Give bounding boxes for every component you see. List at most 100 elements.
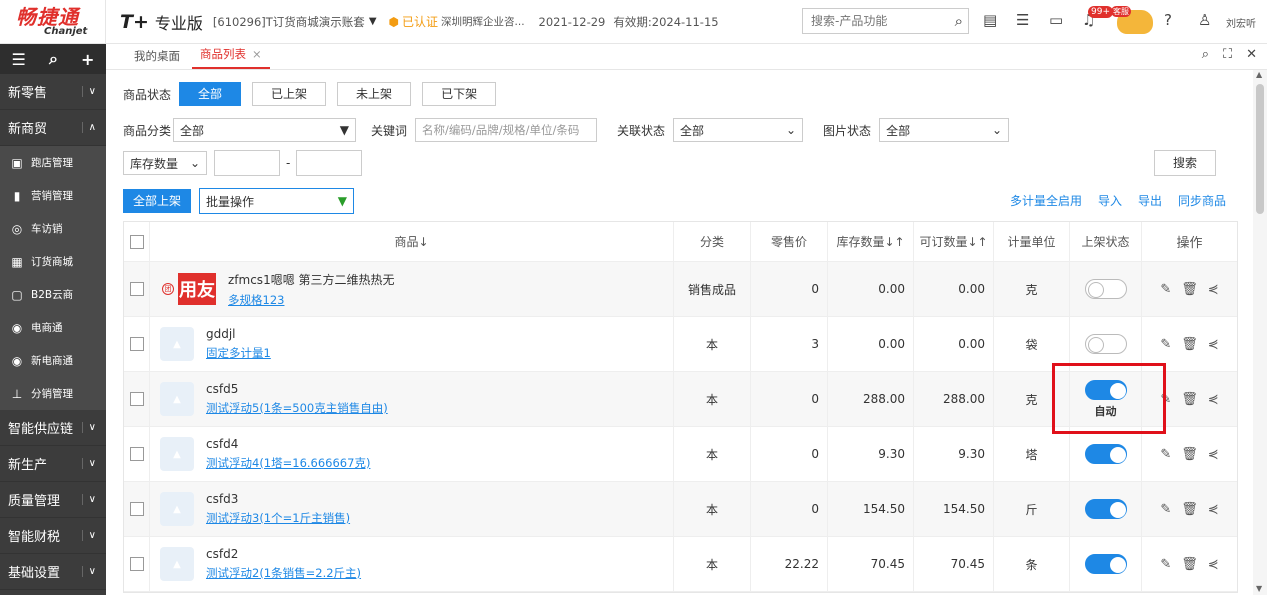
shelf-toggle[interactable] [1084, 554, 1127, 574]
add-icon[interactable]: + [81, 50, 94, 69]
scrollbar-thumb[interactable] [1256, 84, 1264, 214]
customer-service-mascot-icon[interactable]: 客服 [1111, 6, 1153, 34]
status-chip-all[interactable]: 全部 [179, 82, 242, 106]
search-icon[interactable]: ⌕ [955, 12, 963, 30]
row-checkbox[interactable] [129, 392, 144, 406]
sidebar-item-car-sales[interactable]: ◎ 车访销 [0, 212, 106, 245]
product-spec-link[interactable]: 固定多计量1 [206, 345, 271, 361]
feature-search-input[interactable] [811, 14, 941, 28]
header-orderable[interactable]: 可订数量↓↑ [914, 222, 994, 261]
todo-list-icon[interactable]: ☰ [1016, 11, 1029, 29]
user-name[interactable]: 刘宏听 [1226, 15, 1256, 30]
stock-max-input[interactable] [296, 150, 363, 176]
menu-icon[interactable]: ☰ [12, 50, 26, 69]
feature-search[interactable]: ⌕ [802, 8, 969, 34]
row-checkbox[interactable] [129, 447, 144, 461]
share-icon[interactable]: ⋞ [1208, 557, 1219, 572]
search-icon[interactable]: ⌕ [1202, 47, 1209, 62]
sidebar-group-supply[interactable]: 智能供应链 ∨ [0, 410, 106, 446]
link-status-select[interactable]: 全部 ⌄ [673, 118, 804, 142]
product-spec-link[interactable]: 测试浮动5(1条=500克主销售自由) [206, 400, 388, 416]
shelf-toggle[interactable] [1084, 334, 1127, 354]
export-link[interactable]: 导出 [1138, 192, 1162, 209]
image-placeholder-icon[interactable]: ▲ [160, 492, 194, 526]
fullscreen-icon[interactable]: ⛶ [1223, 47, 1232, 62]
select-all-checkbox[interactable] [129, 234, 144, 249]
share-icon[interactable]: ⋞ [1208, 282, 1219, 297]
brand-logo[interactable]: 畅捷通 Chanjet [0, 0, 106, 44]
product-spec-link[interactable]: 测试浮动3(1个=1斤主销售) [206, 510, 350, 526]
batch-operation-select[interactable]: 批量操作 ▼ [199, 188, 355, 214]
search-button[interactable]: 搜索 [1154, 150, 1216, 176]
sidebar-group-trade[interactable]: 新商贸 ∧ [0, 110, 106, 146]
stock-field-select[interactable]: 库存数量 ⌄ [123, 151, 207, 175]
shelf-toggle[interactable] [1084, 279, 1127, 299]
image-placeholder-icon[interactable]: ▲ [160, 327, 194, 361]
product-spec-link[interactable]: 多规格123 [228, 292, 395, 308]
status-chip-not-listed[interactable]: 未上架 [337, 82, 412, 106]
row-checkbox[interactable] [129, 502, 144, 516]
user-icon[interactable]: ♙ [1198, 11, 1211, 29]
sidebar-group-retail[interactable]: 新零售 ∨ [0, 74, 106, 110]
edit-icon[interactable]: ✎ [1160, 502, 1171, 517]
tab-product-list[interactable]: 商品列表 × [192, 46, 270, 69]
tab-desktop[interactable]: 我的桌面 [126, 48, 188, 69]
header-stock[interactable]: 库存数量↓↑ [828, 222, 914, 261]
stock-min-input[interactable] [214, 150, 280, 176]
product-spec-link[interactable]: 测试浮动4(1塔=16.666667克) [206, 455, 370, 471]
calculator-icon[interactable]: ▤ [983, 11, 997, 29]
shelf-toggle[interactable] [1084, 499, 1127, 519]
share-icon[interactable]: ⋞ [1208, 392, 1219, 407]
delete-icon[interactable]: 🗑 [1181, 557, 1198, 572]
status-chip-on-shelf[interactable]: 已上架 [252, 82, 327, 106]
keyword-input[interactable]: 名称/编码/品牌/规格/单位/条码 [415, 118, 598, 142]
sync-products-link[interactable]: 同步商品 [1178, 192, 1226, 209]
product-thumbnail[interactable]: 用友 [178, 273, 216, 305]
help-icon[interactable]: ? [1164, 11, 1172, 29]
share-icon[interactable]: ⋞ [1208, 337, 1219, 352]
status-chip-off-shelf[interactable]: 已下架 [422, 82, 497, 106]
edit-icon[interactable]: ✎ [1160, 557, 1171, 572]
sidebar-item-ecommerce[interactable]: ◉ 电商通 [0, 311, 106, 344]
category-select[interactable]: 全部 ▼ [173, 118, 357, 142]
row-checkbox[interactable] [129, 282, 144, 296]
sidebar-group-settings[interactable]: 基础设置 ∨ [0, 554, 106, 590]
edit-icon[interactable]: ✎ [1160, 282, 1171, 297]
image-status-select[interactable]: 全部 ⌄ [879, 118, 1010, 142]
image-placeholder-icon[interactable]: ▲ [160, 382, 194, 416]
sidebar-group-production[interactable]: 新生产 ∨ [0, 446, 106, 482]
close-icon[interactable]: ✕ [1246, 47, 1257, 62]
chevron-down-icon[interactable]: ▼ [369, 16, 377, 27]
header-product[interactable]: 商品↓ [150, 222, 674, 261]
sidebar-group-quality[interactable]: 质量管理 ∨ [0, 482, 106, 518]
row-checkbox[interactable] [129, 337, 144, 351]
close-icon[interactable]: × [252, 47, 262, 61]
delete-icon[interactable]: 🗑 [1181, 337, 1198, 352]
share-icon[interactable]: ⋞ [1208, 502, 1219, 517]
share-icon[interactable]: ⋞ [1208, 447, 1219, 462]
delete-icon[interactable]: 🗑 [1181, 502, 1198, 517]
image-placeholder-icon[interactable]: ▲ [160, 547, 194, 581]
sidebar-item-new-ecommerce[interactable]: ◉ 新电商通 [0, 344, 106, 377]
delete-icon[interactable]: 🗑 [1181, 447, 1198, 462]
delete-icon[interactable]: 🗑 [1181, 282, 1198, 297]
edit-icon[interactable]: ✎ [1160, 337, 1171, 352]
sidebar-item-marketing[interactable]: ▮ 营销管理 [0, 179, 106, 212]
sidebar-group-finance[interactable]: 智能财税 ∨ [0, 518, 106, 554]
sidebar-item-store-visit[interactable]: ▣ 跑店管理 [0, 146, 106, 179]
image-placeholder-icon[interactable]: ▲ [160, 437, 194, 471]
sidebar-item-b2b[interactable]: ▢ B2B云商 [0, 278, 106, 311]
import-link[interactable]: 导入 [1098, 192, 1122, 209]
shelf-toggle[interactable] [1084, 444, 1127, 464]
row-checkbox[interactable] [129, 557, 144, 571]
message-icon[interactable]: ▭ [1049, 11, 1063, 29]
all-on-shelf-button[interactable]: 全部上架 [123, 189, 192, 213]
sidebar-search-icon[interactable]: ⌕ [49, 49, 58, 69]
account-selector[interactable]: [610296]T订货商城演示账套 [213, 14, 365, 30]
scroll-down-icon[interactable]: ▼ [1256, 584, 1262, 593]
product-spec-link[interactable]: 测试浮动2(1条销售=2.2斤主) [206, 565, 361, 581]
sidebar-item-order-mall[interactable]: ▦ 订货商城 [0, 245, 106, 278]
delete-icon[interactable]: 🗑 [1181, 392, 1198, 407]
enable-multi-unit-link[interactable]: 多计量全启用 [1010, 192, 1082, 209]
vertical-scrollbar[interactable]: ▲ ▼ [1253, 70, 1267, 595]
